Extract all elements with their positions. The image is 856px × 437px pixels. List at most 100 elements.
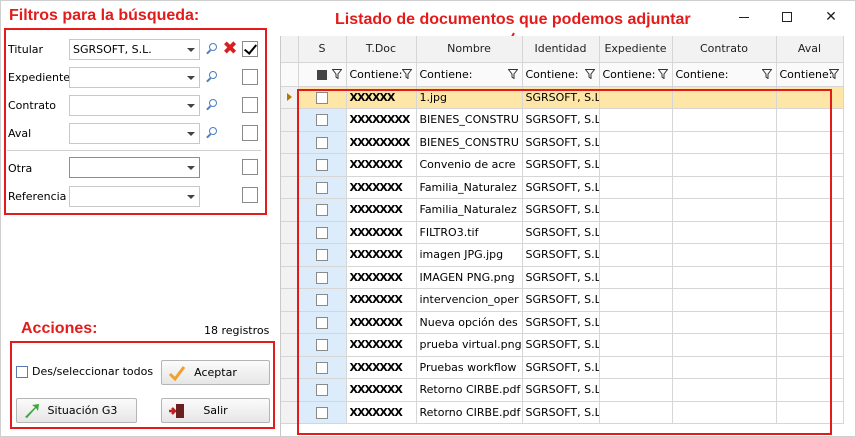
contrato-checkbox[interactable] — [242, 97, 258, 113]
aval-checkbox[interactable] — [242, 125, 258, 141]
exit-button[interactable]: Salir — [161, 398, 270, 423]
table-row[interactable]: XXXXXXX imagen JPG.jpg SGRSOFT, S.L. — [281, 243, 844, 267]
row-indicator[interactable] — [281, 378, 299, 402]
titular-combo[interactable]: SGRSOFT, S.L. — [69, 39, 200, 60]
row-indicator[interactable] — [281, 243, 299, 267]
filter-funnel-icon[interactable] — [828, 68, 839, 79]
maximize-button[interactable] — [769, 5, 805, 29]
row-indicator[interactable] — [281, 401, 299, 424]
table-row[interactable]: XXXXXXX FILTRO3.tif SGRSOFT, S.L. — [281, 221, 844, 244]
row-checkbox[interactable] — [316, 159, 328, 172]
row-checkbox[interactable] — [316, 204, 328, 217]
row-indicator[interactable] — [281, 333, 299, 357]
filter-funnel-icon[interactable] — [507, 68, 518, 79]
row-select-cell[interactable] — [298, 198, 347, 222]
col-header-identidad[interactable]: Identidad — [522, 36, 600, 63]
row-indicator[interactable] — [281, 131, 299, 154]
tdoc-filter-cell[interactable]: Contiene: — [346, 62, 417, 87]
table-row[interactable]: XXXXXXX Familia_Naturalez SGRSOFT, S.L. — [281, 176, 844, 199]
close-window-button[interactable]: ✕ — [813, 5, 849, 29]
search-icon[interactable] — [206, 127, 218, 139]
row-indicator[interactable] — [281, 356, 299, 379]
row-indicator[interactable] — [281, 176, 299, 199]
row-select-cell[interactable] — [298, 266, 347, 289]
referencia-combo[interactable] — [69, 186, 200, 207]
col-header-tdoc[interactable]: T.Doc — [346, 36, 417, 63]
select-all-checkbox[interactable] — [16, 365, 28, 378]
row-checkbox[interactable] — [316, 339, 328, 352]
aval-filter-cell[interactable]: Contiene: — [776, 62, 844, 87]
row-select-cell[interactable] — [298, 311, 347, 334]
row-checkbox[interactable] — [316, 361, 328, 374]
row-indicator[interactable] — [281, 198, 299, 222]
row-indicator[interactable] — [281, 266, 299, 289]
table-row[interactable]: XXXXXXX Convenio de acre SGRSOFT, S.L. — [281, 153, 844, 177]
row-checkbox[interactable] — [316, 294, 328, 307]
table-row[interactable]: XXXXXXX prueba virtual.png SGRSOFT, S.L. — [281, 333, 844, 357]
expediente-checkbox[interactable] — [242, 69, 258, 85]
s-filter-cell[interactable] — [298, 62, 347, 87]
row-checkbox[interactable] — [316, 316, 328, 329]
row-checkbox[interactable] — [316, 271, 328, 284]
table-row[interactable]: XXXXXX 1.jpg SGRSOFT, S.L. — [281, 86, 844, 109]
table-row[interactable]: XXXXXXX Familia_Naturalez SGRSOFT, S.L. — [281, 198, 844, 222]
row-select-cell[interactable] — [298, 176, 347, 199]
row-select-cell[interactable] — [298, 401, 347, 424]
table-row[interactable]: XXXXXXX Nueva opción des SGRSOFT, S.L. — [281, 311, 844, 334]
row-checkbox[interactable] — [316, 249, 328, 262]
col-header-contrato[interactable]: Contrato — [672, 36, 777, 63]
filter-funnel-icon[interactable] — [584, 68, 595, 79]
filter-funnel-icon[interactable] — [331, 68, 342, 79]
table-row[interactable]: XXXXXXX Retorno CIRBE.pdf SGRSOFT, S.L. — [281, 378, 844, 402]
col-header-s[interactable]: S — [298, 36, 347, 63]
row-select-cell[interactable] — [298, 333, 347, 357]
row-checkbox[interactable] — [316, 226, 328, 239]
row-checkbox[interactable] — [316, 114, 328, 127]
row-select-cell[interactable] — [298, 243, 347, 267]
col-header-nombre[interactable]: Nombre — [416, 36, 523, 63]
contrato-filter-cell[interactable]: Contiene: — [672, 62, 777, 87]
row-select-cell[interactable] — [298, 378, 347, 402]
search-icon[interactable] — [206, 71, 218, 83]
row-select-cell[interactable] — [298, 108, 347, 132]
row-select-cell[interactable] — [298, 131, 347, 154]
situation-g3-button[interactable]: Situación G3 — [16, 398, 137, 423]
row-indicator[interactable] — [281, 311, 299, 334]
row-indicator[interactable] — [281, 288, 299, 312]
row-indicator[interactable] — [281, 86, 299, 109]
row-checkbox[interactable] — [316, 91, 328, 104]
expediente-combo[interactable] — [69, 67, 200, 88]
aval-combo[interactable] — [69, 123, 200, 144]
row-indicator[interactable] — [281, 221, 299, 244]
row-select-cell[interactable] — [298, 221, 347, 244]
col-header-aval[interactable]: Aval — [776, 36, 844, 63]
row-checkbox[interactable] — [316, 384, 328, 397]
row-select-cell[interactable] — [298, 288, 347, 312]
nombre-filter-cell[interactable]: Contiene: — [416, 62, 523, 87]
search-icon[interactable] — [206, 43, 218, 55]
otra-combo[interactable] — [69, 157, 200, 178]
row-indicator[interactable] — [281, 153, 299, 177]
minimize-button[interactable] — [726, 5, 762, 29]
filter-funnel-icon[interactable] — [401, 68, 412, 79]
table-row[interactable]: XXXXXXX intervencion_oper SGRSOFT, S.L. — [281, 288, 844, 312]
col-header-expediente[interactable]: Expediente — [599, 36, 673, 63]
identidad-filter-cell[interactable]: Contiene: — [522, 62, 600, 87]
expediente-filter-cell[interactable]: Contiene: — [599, 62, 673, 87]
row-indicator[interactable] — [281, 108, 299, 132]
contrato-combo[interactable] — [69, 95, 200, 116]
referencia-checkbox[interactable] — [242, 187, 258, 203]
filter-funnel-icon[interactable] — [761, 68, 772, 79]
row-checkbox[interactable] — [316, 136, 328, 149]
row-checkbox[interactable] — [316, 181, 328, 194]
row-select-cell[interactable] — [298, 356, 347, 379]
accept-button[interactable]: Aceptar — [161, 360, 270, 385]
clear-x-icon[interactable]: ✖ — [221, 40, 239, 58]
table-row[interactable]: XXXXXXX Pruebas workflow SGRSOFT, S.L. — [281, 356, 844, 379]
table-row[interactable]: XXXXXXX IMAGEN PNG.png SGRSOFT, S.L. — [281, 266, 844, 289]
titular-checkbox[interactable] — [242, 41, 258, 57]
otra-checkbox[interactable] — [242, 159, 258, 175]
table-row[interactable]: XXXXXXXX BIENES_CONSTRU SGRSOFT, S.L. — [281, 131, 844, 154]
row-select-cell[interactable] — [298, 153, 347, 177]
search-icon[interactable] — [206, 99, 218, 111]
